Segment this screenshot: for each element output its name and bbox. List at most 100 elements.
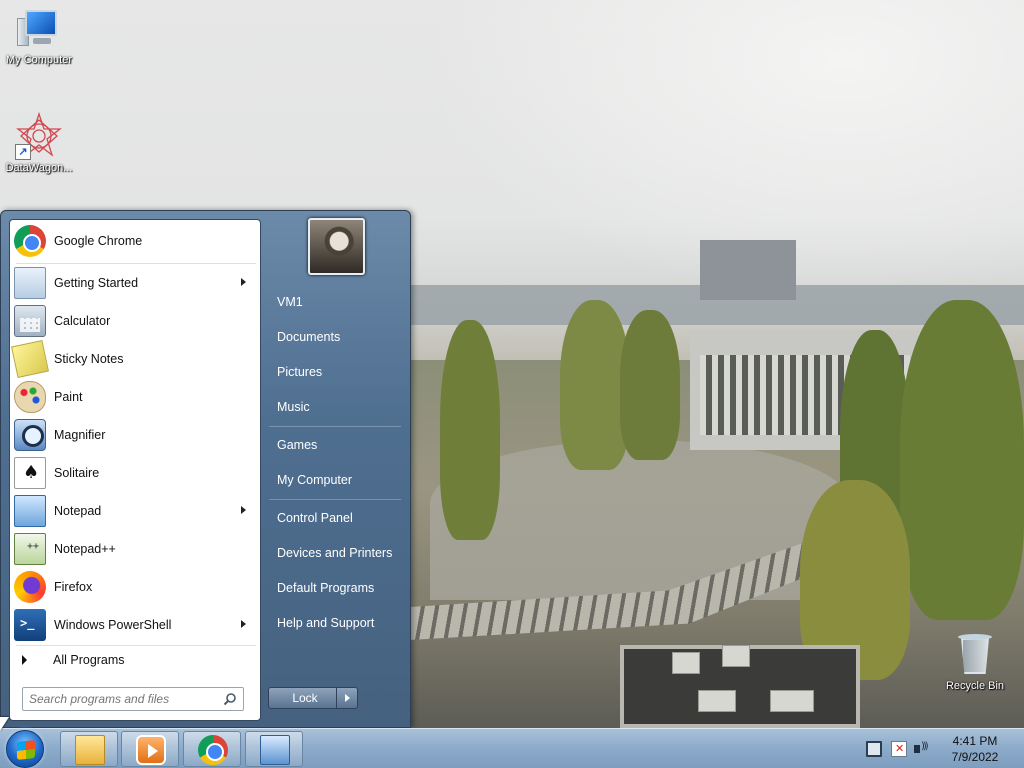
- chrome-icon: [14, 225, 46, 257]
- right-item-documents[interactable]: Documents: [265, 321, 405, 353]
- remote-desktop-icon: [260, 735, 290, 765]
- right-item-user[interactable]: VM1: [265, 286, 405, 318]
- desktop-icon-my-computer[interactable]: My Computer: [1, 8, 77, 66]
- program-label: Paint: [54, 390, 83, 404]
- program-notepad[interactable]: Notepad: [12, 493, 258, 529]
- wallpaper-tree: [440, 320, 500, 540]
- taskbar-button-media-player[interactable]: [121, 731, 179, 767]
- program-calculator[interactable]: Calculator: [12, 303, 258, 339]
- action-center-icon[interactable]: [891, 741, 907, 757]
- right-item-label: Help and Support: [277, 616, 375, 630]
- taskbar-button-explorer[interactable]: [60, 731, 118, 767]
- notepad-plus-plus-icon: [14, 533, 46, 565]
- right-item-default-programs[interactable]: Default Programs: [265, 572, 405, 604]
- program-label: Notepad++: [54, 542, 116, 556]
- media-player-icon: [136, 735, 166, 765]
- program-label: Calculator: [54, 314, 111, 328]
- right-item-help-and-support[interactable]: Help and Support: [265, 607, 405, 639]
- program-label: Google Chrome: [54, 234, 143, 248]
- expand-arrow-icon: [22, 655, 27, 665]
- taskbar: 4:41 PM 7/9/2022: [0, 728, 1024, 768]
- submenu-arrow-icon[interactable]: [241, 506, 246, 514]
- wallpaper-building: [700, 240, 796, 300]
- getting-started-icon: [14, 267, 46, 299]
- desktop-icon-label: DataWagon...: [5, 162, 73, 174]
- notepad-icon: [14, 495, 46, 527]
- magnifier-icon: [14, 419, 46, 451]
- right-item-games[interactable]: Games: [265, 429, 405, 461]
- program-label: Windows PowerShell: [54, 618, 172, 632]
- search-input[interactable]: [29, 692, 219, 706]
- desktop-icon-datawagon[interactable]: ↗ DataWagon...: [1, 111, 77, 174]
- desktop-icon-recycle-bin[interactable]: Recycle Bin: [937, 632, 1013, 692]
- program-google-chrome[interactable]: Google Chrome: [12, 223, 258, 259]
- program-solitaire[interactable]: Solitaire: [12, 455, 258, 491]
- program-notepad-plus-plus[interactable]: Notepad++: [12, 531, 258, 567]
- divider: [269, 499, 401, 500]
- all-programs-label: All Programs: [53, 653, 125, 667]
- calculator-icon: [14, 305, 46, 337]
- right-item-label: Games: [277, 438, 318, 452]
- taskbar-button-chrome[interactable]: [183, 731, 241, 767]
- recycle-bin-icon: [957, 632, 993, 678]
- program-windows-powershell[interactable]: Windows PowerShell: [12, 607, 258, 643]
- submenu-arrow-icon[interactable]: [241, 278, 246, 286]
- search-icon[interactable]: [223, 692, 237, 706]
- divider: [16, 645, 256, 646]
- shutdown-options-button[interactable]: [336, 687, 358, 709]
- wallpaper-roof-vent: [698, 690, 736, 712]
- program-label: Firefox: [54, 580, 93, 594]
- right-item-label: Default Programs: [277, 581, 375, 595]
- clock[interactable]: 4:41 PM 7/9/2022: [940, 733, 1010, 765]
- right-item-label: Music: [277, 400, 310, 414]
- start-menu-programs-pane: Google Chrome Getting Started Calculator…: [9, 219, 261, 721]
- right-item-label: Pictures: [277, 365, 323, 379]
- search-box[interactable]: [22, 687, 244, 711]
- right-item-label: Documents: [277, 330, 341, 344]
- program-magnifier[interactable]: Magnifier: [12, 417, 258, 453]
- windows-explorer-icon: [75, 735, 105, 765]
- wallpaper-tree: [900, 300, 1024, 620]
- sticky-notes-icon: [11, 340, 49, 378]
- program-firefox[interactable]: Firefox: [12, 569, 258, 605]
- right-item-control-panel[interactable]: Control Panel: [265, 502, 405, 534]
- all-programs-button[interactable]: All Programs: [12, 648, 258, 672]
- wallpaper-roof-vent: [722, 645, 750, 667]
- paint-icon: [14, 381, 46, 413]
- computer-icon: [17, 8, 61, 52]
- desktop-icon-label: My Computer: [5, 54, 73, 66]
- wallpaper-tree: [620, 310, 680, 460]
- program-label: Solitaire: [54, 466, 100, 480]
- mouse-cursor: [0, 717, 9, 731]
- datawagon-icon: ↗: [15, 111, 63, 160]
- right-item-my-computer[interactable]: My Computer: [265, 464, 405, 496]
- program-label: Getting Started: [54, 276, 139, 290]
- taskbar-button-remote-desktop[interactable]: [245, 731, 303, 767]
- start-button[interactable]: [6, 730, 44, 768]
- desktop-icon-label: Recycle Bin: [945, 680, 1005, 692]
- program-label: Magnifier: [54, 428, 106, 442]
- divider: [269, 426, 401, 427]
- submenu-arrow-icon[interactable]: [241, 620, 246, 628]
- user-avatar[interactable]: [308, 218, 365, 275]
- program-paint[interactable]: Paint: [12, 379, 258, 415]
- program-label: Sticky Notes: [54, 352, 124, 366]
- program-getting-started[interactable]: Getting Started: [12, 265, 258, 301]
- network-icon[interactable]: [866, 741, 882, 757]
- right-item-label: Devices and Printers: [277, 546, 393, 560]
- right-item-music[interactable]: Music: [265, 391, 405, 423]
- wallpaper-roof-vent: [770, 690, 814, 712]
- firefox-icon: [14, 571, 46, 603]
- right-item-pictures[interactable]: Pictures: [265, 356, 405, 388]
- program-sticky-notes[interactable]: Sticky Notes: [11, 340, 258, 378]
- lock-button[interactable]: Lock: [268, 687, 342, 709]
- program-label: Notepad: [54, 504, 102, 518]
- divider: [16, 263, 256, 264]
- windows-logo-icon: [17, 740, 35, 760]
- clock-time: 4:41 PM: [952, 734, 998, 748]
- solitaire-icon: [14, 457, 46, 489]
- right-item-devices-and-printers[interactable]: Devices and Printers: [265, 537, 405, 569]
- right-item-label: VM1: [277, 295, 303, 309]
- volume-icon[interactable]: [914, 741, 930, 757]
- wallpaper-roof-vent: [672, 652, 700, 674]
